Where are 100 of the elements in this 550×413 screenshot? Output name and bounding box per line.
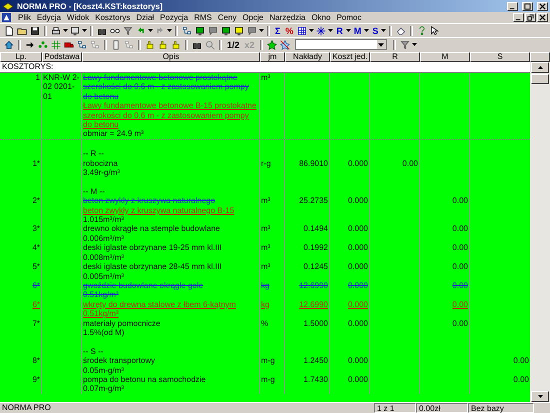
star-icon[interactable] [266,40,277,50]
value-cell: 0.00 [402,158,418,168]
toolbar-button[interactable]: % [283,26,296,36]
description-line: 1.015m³/m³ [83,215,124,224]
row-number: 1 [36,73,40,82]
monitor-screen-icon[interactable] [195,26,205,36]
description-line: 0.51kg/m³ [83,309,119,319]
crossed-star-icon[interactable] [280,40,290,50]
menu-item[interactable]: Narzędzia [266,13,308,22]
speech-bubble-icon[interactable] [208,26,218,36]
truck-icon[interactable] [64,40,74,50]
page-icon[interactable] [111,40,121,50]
close-button[interactable] [537,2,548,10]
caret-icon[interactable] [63,29,68,32]
unit-cell: m³ [261,262,270,272]
caret-icon[interactable] [148,29,153,32]
column-header[interactable]: Opis [82,52,260,62]
monitor-screen-icon[interactable] [221,26,231,36]
value-cell: 86.9010 [299,158,328,168]
minimize-button[interactable] [507,2,518,10]
scroll-up-icon[interactable] [538,66,542,69]
toolbar-button[interactable]: 1/2 [225,40,242,50]
value-cell: 0.000 [348,196,368,206]
document-icon[interactable] [4,26,14,36]
help-icon[interactable] [417,26,428,36]
column-header[interactable]: Nakłady [285,52,330,62]
toolbar-button[interactable]: M [352,26,364,36]
scroll-thumb[interactable] [531,74,549,84]
caret-icon[interactable] [259,29,264,32]
caret-icon[interactable] [328,29,334,32]
caret-icon[interactable] [381,29,386,32]
status-text: 1 z 1 [374,403,416,413]
menu-item[interactable]: Plik [15,13,34,22]
column-header[interactable]: Podstawa [42,52,82,62]
value-cell: 0.00 [452,280,468,290]
minimize-button[interactable] [513,13,524,22]
column-header[interactable]: jm [260,52,285,62]
group-heading: -- R -- [83,149,104,159]
close-button[interactable] [537,13,548,22]
description-line: 0.006m³/m³ [83,234,124,244]
tree-icon[interactable] [77,40,87,50]
basis-code: KNR-W 2-02 0201-01 [43,73,80,101]
menu-item[interactable]: Kosztorys [92,13,134,22]
toolbar-button[interactable]: S [370,26,380,36]
maximize-icon [524,2,531,10]
vertical-scrollbar[interactable] [530,62,550,402]
menu-item[interactable]: Dział [133,13,158,22]
arrow-icon[interactable] [25,40,35,50]
column-header[interactable]: Lp. [0,52,42,62]
value-cell: 0.1992 [304,243,328,252]
floppy-icon[interactable] [30,26,40,36]
maximize-button[interactable] [522,2,533,10]
folder-icon[interactable] [17,26,27,36]
toolbar-button[interactable]: R [334,26,345,36]
filter-combo-box[interactable] [294,39,387,50]
menu-item[interactable]: Ceny [214,13,240,22]
caret-icon[interactable] [309,29,314,32]
restore-button[interactable] [525,13,536,22]
hierarchy-icon[interactable] [124,40,134,50]
value-cell: 0.000 [348,318,368,328]
scroll-down-icon[interactable] [538,395,542,398]
caret-icon[interactable] [346,29,351,32]
display-icon[interactable] [234,26,244,36]
description-line: 0.005m³/m³ [83,272,124,281]
caret-icon[interactable] [412,43,417,46]
column-header[interactable]: M [420,52,470,62]
menu-item[interactable]: Pozycja [157,13,192,22]
description-line: gwoździe budowlane okrągłe gołe [83,280,204,290]
menu-item[interactable]: Widok [64,13,92,22]
value-cell: 0.00 [452,318,468,328]
monitor-icon[interactable] [70,26,80,36]
speech-bubble-icon[interactable] [247,26,257,36]
column-header[interactable]: R [370,52,420,62]
value-cell: 0.000 [348,243,368,252]
menu-item[interactable]: Edycja [34,13,64,22]
house-icon[interactable] [4,40,14,50]
printer-icon[interactable] [51,26,61,36]
menu-item[interactable]: Pomoc [334,13,364,22]
caret-icon[interactable] [82,29,87,32]
menu-item[interactable]: Okno [308,13,334,22]
menu-item[interactable]: RMS [191,13,215,22]
description-line: beton zwykły z kruszywa naturalnego [83,196,216,206]
caret-icon[interactable] [364,29,370,32]
grid-icon[interactable] [297,26,308,36]
tree-icon[interactable] [182,26,192,36]
value-cell: 0.00 [452,196,468,206]
close-icon [539,14,546,21]
caret-icon[interactable] [167,29,172,32]
description-line: Ławy fundamentowe betonowe prostokątne szerokości do 0.6 m - z zastosowaniem pompy do betonu [83,73,250,102]
unit-cell: m-g [261,356,275,366]
funnel-icon[interactable] [400,40,410,50]
asterisk-icon[interactable] [316,26,326,36]
column-header[interactable]: S [470,52,530,62]
funnel-icon[interactable] [123,26,133,36]
row-number: 1* [32,158,40,168]
row-number: 5* [32,262,40,272]
row-number: 8* [32,356,40,366]
menu-item[interactable]: Opcje [240,13,266,22]
toolbar-button[interactable]: Σ [273,26,282,36]
column-header[interactable]: Koszt jed. [330,52,370,62]
